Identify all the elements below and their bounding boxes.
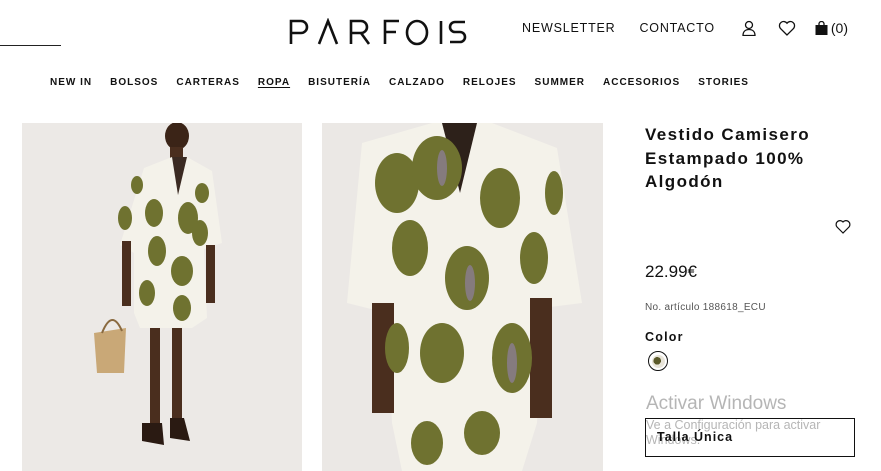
nav-item-new-in[interactable]: NEW IN (50, 76, 92, 90)
newsletter-link[interactable]: NEWSLETTER (522, 19, 615, 37)
brand-logo[interactable] (289, 18, 467, 46)
contact-link[interactable]: CONTACTO (639, 19, 714, 37)
product-sku: No. artículo 188618_ECU (645, 302, 766, 313)
nav-item-stories[interactable]: STORIES (698, 76, 749, 90)
wishlist-heart-icon[interactable] (777, 18, 797, 38)
header-actions: NEWSLETTER CONTACTO (0) (522, 18, 848, 38)
nav-item-relojes[interactable]: RELOJES (463, 76, 517, 90)
color-swatch[interactable] (648, 351, 668, 371)
bag-count: (0) (830, 20, 848, 36)
shopping-bag-icon (815, 21, 828, 35)
product-photo-detail[interactable] (322, 123, 603, 471)
nav-item-carteras[interactable]: CARTERAS (176, 76, 240, 90)
nav-item-bisuteria[interactable]: BISUTERÍA (308, 76, 371, 90)
color-swatch-print (651, 354, 665, 368)
add-to-wishlist-heart-icon[interactable] (835, 219, 851, 235)
windows-watermark-title: Activar Windows (646, 393, 787, 414)
user-icon[interactable] (739, 18, 759, 38)
search-underline[interactable] (0, 45, 61, 46)
parfois-logo-icon (289, 18, 467, 46)
size-selector[interactable]: Talla Única (645, 418, 855, 457)
product-price: 22.99€ (645, 262, 697, 281)
size-label: Talla Única (657, 430, 734, 444)
nav-item-summer[interactable]: SUMMER (535, 76, 585, 90)
nav-item-bolsos[interactable]: BOLSOS (110, 76, 158, 90)
product-photo-full[interactable] (22, 123, 302, 471)
nav-item-calzado[interactable]: CALZADO (389, 76, 445, 90)
nav-item-accesorios[interactable]: ACCESORIOS (603, 76, 680, 90)
shopping-bag-button[interactable]: (0) (815, 20, 848, 36)
nav-item-ropa[interactable]: ROPA (258, 76, 290, 90)
product-title: Vestido Camisero Estampado 100% Algodón (645, 125, 811, 191)
color-label: Color (645, 330, 684, 344)
main-navigation: NEW IN BOLSOS CARTERAS ROPA BISUTERÍA CA… (50, 76, 767, 90)
